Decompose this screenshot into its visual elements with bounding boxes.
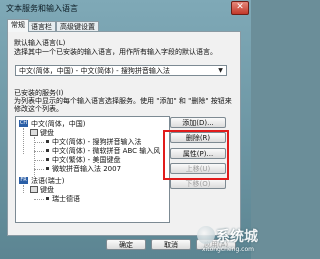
bullet-icon [46, 197, 49, 200]
tree-connector [34, 199, 44, 200]
tab-general[interactable]: 常规 [7, 19, 29, 32]
tree-connector [34, 137, 35, 177]
move-up-button[interactable]: 上移(U) [170, 163, 226, 174]
tree-item-sogou-pinyin[interactable]: 中文(简体) - 搜狗拼音输入法 [52, 138, 141, 146]
tree-item-microsoft-pinyin-2007[interactable]: 微软拼音输入法 2007 [52, 165, 121, 173]
watermark-logo-icon [197, 226, 215, 244]
keyboard-icon [30, 129, 38, 136]
language-icon: FR [19, 177, 28, 184]
window-title: 文本服务和输入语言 [6, 4, 78, 13]
default-language-description: 选择其中一个已安装的输入语言，用作所有输入字段的默认语言。 [14, 48, 217, 56]
close-button[interactable]: ✕ [231, 1, 249, 15]
default-language-heading: 默认输入语言(L) [14, 39, 66, 47]
properties-button[interactable]: 属性(P)... [170, 148, 226, 159]
ok-button[interactable]: 确定 [106, 239, 146, 250]
dialog-window: 文本服务和输入语言 ✕ 常规 语言栏 高级键设置 默认输入语言(L) 选择其中一… [0, 0, 258, 259]
watermark-url: xitongcheng.com [202, 246, 254, 253]
installed-services-tree[interactable]: CH 中文(简体，中国) 键盘 中文(简体) - 搜狗拼音输入法 中文(简体) … [15, 116, 170, 223]
tree-language-french-swiss[interactable]: 法语(瑞士) [31, 177, 64, 185]
bullet-icon [46, 167, 49, 170]
tree-connector [23, 185, 24, 193]
tree-connector [34, 142, 44, 143]
title-bar[interactable]: 文本服务和输入语言 ✕ [0, 0, 251, 16]
bullet-icon [46, 158, 49, 161]
tree-connector [23, 128, 24, 154]
tree-language-chinese[interactable]: 中文(简体，中国) [31, 120, 85, 128]
tree-item-us-keyboard[interactable]: 中文(繁体) - 美国键盘 [52, 156, 120, 164]
tree-connector [34, 160, 44, 161]
bullet-icon [46, 149, 49, 152]
keyboard-icon [30, 186, 38, 193]
tree-group-keyboard[interactable]: 键盘 [40, 129, 54, 137]
tree-connector [34, 169, 44, 170]
language-icon: CH [19, 120, 28, 127]
default-language-select[interactable]: 中文(简体，中国) - 中文(简体) - 搜狗拼音输入法 ▼ [15, 65, 227, 76]
installed-services-description: 为列表中显示的每个输入语言选择服务。使用 "添加" 和 "删除" 按钮来修改这个… [14, 97, 232, 113]
add-button[interactable]: 添加(D)... [170, 117, 226, 128]
tree-item-swiss-german[interactable]: 瑞士德语 [52, 195, 80, 203]
watermark-brand: 系统城 [216, 229, 258, 245]
move-down-button[interactable]: 下移(O) [170, 178, 226, 189]
chevron-down-icon: ▼ [218, 67, 223, 74]
tree-group-keyboard-french[interactable]: 键盘 [40, 186, 54, 194]
default-language-value: 中文(简体，中国) - 中文(简体) - 搜狗拼音输入法 [19, 67, 170, 75]
tree-connector [34, 151, 44, 152]
remove-button[interactable]: 删除(R) [170, 132, 226, 143]
tree-item-microsoft-abc[interactable]: 中文(简体) - 微软拼音 ABC 输入风 [52, 147, 160, 155]
cancel-button[interactable]: 取消 [151, 239, 191, 250]
bullet-icon [46, 140, 49, 143]
